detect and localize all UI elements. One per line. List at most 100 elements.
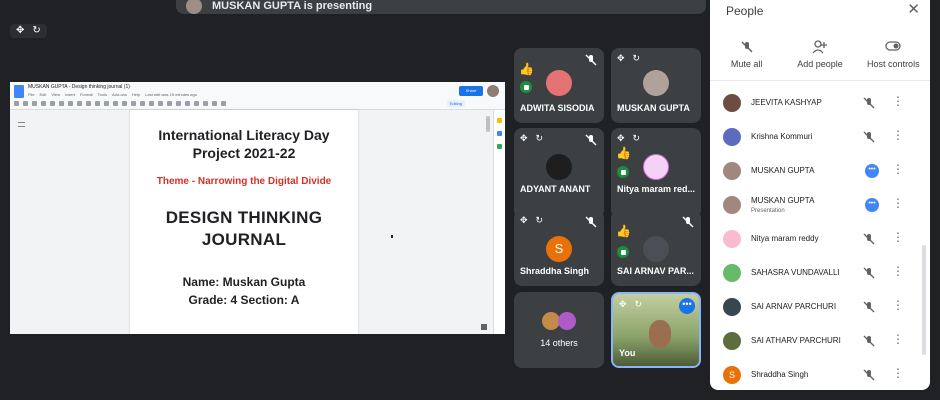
avatar (723, 264, 741, 282)
presenting-text: MUSKAN GUPTA is presenting (212, 0, 373, 12)
add-people-button[interactable]: Add people (785, 40, 855, 80)
shared-screen: MUSKAN GUPTA - Design thinking journal (… (10, 82, 505, 334)
refresh-icon[interactable]: ↻ (536, 133, 544, 144)
refresh-icon[interactable]: ↻ (633, 133, 641, 144)
doc-title: MUSKAN GUPTA - Design thinking journal (… (28, 84, 130, 90)
participant-row[interactable]: SAHASRA VUNDAVALLI ⋮ (710, 258, 930, 292)
avatar (643, 70, 669, 96)
mic-off-icon (863, 97, 875, 109)
participant-row[interactable]: MUSKAN GUPTA ••• ⋮ (710, 156, 930, 190)
refresh-icon[interactable]: ↻ (633, 53, 641, 64)
tile-adwita-sisodia[interactable]: 👍 ADWITA SISODIA (514, 48, 604, 123)
grade-line: Grade: 4 Section: A (188, 293, 300, 307)
heading-line-1: DESIGN THINKING (165, 208, 323, 227)
tile-nitya-maram-reddy[interactable]: ✥ ↻ 👍 Nitya maram red... (611, 128, 701, 218)
participant-name: MUSKAN GUPTA (751, 166, 815, 175)
more-vert-icon[interactable]: ⋮ (892, 128, 904, 142)
mic-off-icon (863, 267, 875, 279)
more-vert-icon[interactable]: ⋮ (892, 162, 904, 176)
avatar-initial: S (723, 366, 741, 384)
people-panel: People ✕ Mute all Add people Host contro… (710, 0, 930, 390)
speaking-icon (617, 246, 629, 258)
raised-hand-icon: 👍 (616, 224, 631, 238)
participant-row[interactable]: SAI ARNAV PARCHURI ⋮ (710, 292, 930, 326)
participant-row[interactable]: Krishna Kommuri ⋮ (710, 122, 930, 156)
tile-self-view[interactable]: ✥ ↻ ••• You (611, 292, 701, 368)
tile-sai-arnav[interactable]: 👍 SAI ARNAV PAR... (611, 210, 701, 286)
participant-list: JEEVITA KASHYAP ⋮ Krishna Kommuri ⋮ MUSK… (710, 88, 930, 394)
menu-help: Help (131, 92, 141, 97)
pin-icon[interactable]: ✥ (16, 26, 24, 36)
refresh-icon[interactable]: ↻ (32, 26, 40, 36)
doc-body: International Literacy Day Project 2021-… (10, 110, 505, 334)
tile-shraddha-singh[interactable]: ✥ ↻ S Shraddha Singh (514, 210, 604, 286)
mute-all-button[interactable]: Mute all (712, 40, 782, 80)
participant-row[interactable]: SAI ATHARV PARCHURI ⋮ (710, 326, 930, 360)
host-controls-label: Host controls (867, 59, 920, 69)
speaking-icon (520, 81, 532, 93)
pin-icon[interactable]: ✥ (520, 215, 528, 226)
pin-icon[interactable]: ✥ (617, 133, 625, 144)
participant-name: JEEVITA KASHYAP (751, 98, 822, 107)
pin-icon[interactable]: ✥ (619, 299, 627, 310)
host-controls-button[interactable]: Host controls (858, 40, 928, 80)
avatar (643, 236, 669, 262)
doc-user-avatar (487, 85, 499, 97)
last-edit-text: Last edit was 15 minutes ago (145, 92, 197, 97)
menu-format: Format (79, 92, 93, 97)
refresh-icon[interactable]: ↻ (635, 299, 643, 310)
participant-row[interactable]: Nitya maram reddy ⋮ (710, 224, 930, 258)
tile-muskan-gupta[interactable]: ✥ ↻ MUSKAN GUPTA (611, 48, 701, 123)
meta-block: Name: Muskan Gupta Grade: 4 Section: A (130, 273, 358, 309)
tile-controls: ✥ ↻ (520, 215, 543, 226)
more-vert-icon[interactable]: ⋮ (892, 366, 904, 380)
participant-name: ADWITA SISODIA (520, 103, 595, 113)
participant-name: MUSKAN GUPTA (617, 103, 690, 113)
speaking-indicator-icon: ••• (865, 164, 879, 178)
participant-name: Shraddha Singh (520, 266, 590, 276)
more-options-icon[interactable]: ••• (679, 298, 695, 314)
doc-toolbar (14, 101, 445, 107)
avatar (643, 154, 669, 180)
participant-row[interactable]: JEEVITA KASHYAP ⋮ (710, 88, 930, 122)
doc-menu: File Edit View Insert Format Tools Add-o… (28, 92, 197, 97)
participant-name: MUSKAN GUPTA (751, 196, 815, 205)
participant-name: Nitya maram red... (617, 184, 696, 194)
outline-icon (18, 122, 25, 127)
explore-icon (481, 324, 487, 330)
mic-off-icon (863, 233, 875, 245)
close-icon[interactable]: ✕ (907, 0, 920, 18)
tile-adyant-anant[interactable]: ✥ ↻ ADYANT ANANT (514, 128, 604, 218)
more-vert-icon[interactable]: ⋮ (892, 196, 904, 210)
title-line-1: International Literacy Day (158, 127, 330, 143)
more-vert-icon[interactable]: ⋮ (892, 298, 904, 312)
tile-controls: ✥ ↻ (617, 133, 640, 144)
more-vert-icon[interactable]: ⋮ (892, 332, 904, 346)
participant-row[interactable]: S Shraddha Singh ⋮ (710, 360, 930, 394)
avatar (546, 70, 572, 96)
pin-icon[interactable]: ✥ (617, 53, 625, 64)
panel-scrollbar[interactable] (922, 245, 926, 355)
doc-title-block: International Literacy Day Project 2021-… (130, 126, 358, 162)
menu-tools: Tools (97, 92, 107, 97)
title-line-2: Project 2021-22 (192, 145, 296, 161)
mic-off-icon (585, 54, 597, 66)
avatar (723, 94, 741, 112)
mic-off-icon (585, 134, 597, 146)
participant-name: SAI ARNAV PARCHURI (751, 302, 837, 311)
mic-off-icon (863, 131, 875, 143)
menu-addons: Add-ons (112, 92, 127, 97)
pin-icon[interactable]: ✥ (520, 133, 528, 144)
divider (710, 80, 930, 81)
raised-hand-icon: 👍 (616, 146, 631, 160)
panel-actions: Mute all Add people Host controls (710, 40, 930, 80)
participant-row[interactable]: MUSKAN GUPTA Presentation ••• ⋮ (710, 190, 930, 224)
participant-name: Krishna Kommuri (751, 132, 813, 141)
refresh-icon[interactable]: ↻ (536, 215, 544, 226)
more-vert-icon[interactable]: ⋮ (892, 264, 904, 278)
avatar (723, 196, 741, 214)
more-vert-icon[interactable]: ⋮ (892, 94, 904, 108)
menu-view: View (51, 92, 60, 97)
more-vert-icon[interactable]: ⋮ (892, 230, 904, 244)
tile-others[interactable]: 14 others (514, 292, 604, 368)
